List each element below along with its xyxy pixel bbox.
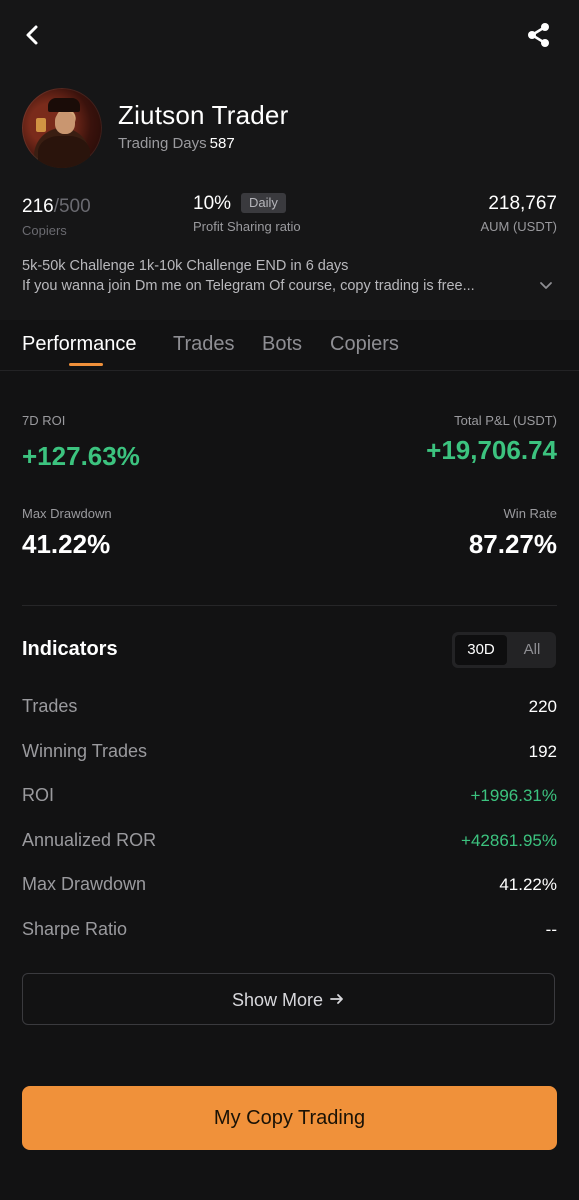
aum-label: AUM (USDT) [480,219,557,234]
indicator-roi-label: ROI [22,785,55,805]
indicator-trades-value: 220 [528,697,557,716]
trading-days: Trading Days 587 [118,135,235,152]
indicator-winning-label: Winning Trades [22,741,148,761]
expand-bio-button[interactable] [538,277,554,293]
indicator-sharpe-label: Sharpe Ratio [22,919,128,939]
profit-share-value: 10% [193,193,232,214]
tab-bar: Performance Trades Bots Copiers [0,330,579,371]
arrow-right-icon [330,994,343,1005]
tab-copiers[interactable]: Copiers [330,333,399,356]
indicator-winning-value: 192 [528,742,557,761]
indicator-roi-value: +1996.31% [470,786,558,805]
daily-badge: Daily [241,193,286,213]
back-button[interactable] [18,20,48,50]
drawdown-value: 41.22% [22,529,111,559]
indicator-drawdown-value: 41.22% [499,875,557,894]
copiers-max: /500 [53,196,91,217]
indicator-sharpe-value: -- [545,920,557,939]
trading-days-label: Trading Days [118,135,207,152]
indicator-ror-label: Annualized ROR [22,830,157,850]
indicators-title: Indicators [22,638,118,660]
winrate-value: 87.27% [468,529,557,559]
share-icon [528,23,549,47]
avatar [22,88,102,168]
copiers-count: 216/500 [22,196,91,218]
period-all[interactable]: All [510,635,554,665]
period-toggle: 30D All [452,632,556,668]
profit-share-label: Profit Sharing ratio [193,219,301,234]
show-more-label: Show More [231,990,324,1010]
active-tab-indicator [69,363,103,366]
bio-line-1: 5k-50k Challenge 1k-10k Challenge END in… [22,258,349,274]
trader-name: Ziutson Trader [118,100,289,130]
period-30d[interactable]: 30D [455,635,507,665]
trading-days-value: 587 [209,135,235,152]
tab-performance[interactable]: Performance [22,333,137,356]
chevron-down-icon [540,282,552,289]
tab-trades[interactable]: Trades [173,333,235,356]
section-divider [22,605,557,606]
pnl-value: +19,706.74 [426,435,557,465]
copiers-current: 216 [22,196,54,217]
roi-value: +127.63% [22,441,140,471]
pnl-label: Total P&L (USDT) [454,413,557,428]
bio-line-2: If you wanna join Dm me on Telegram Of c… [22,278,475,294]
share-button[interactable] [524,20,554,50]
indicator-drawdown-label: Max Drawdown [22,874,147,894]
show-more-button[interactable]: Show More [22,973,555,1025]
drawdown-label: Max Drawdown [22,506,112,521]
chevron-left-icon [26,25,38,45]
copiers-label: Copiers [22,223,67,238]
indicator-trades-label: Trades [22,696,78,716]
indicator-ror-value: +42861.95% [461,831,557,850]
tab-bots[interactable]: Bots [262,333,302,356]
winrate-label: Win Rate [503,506,557,521]
aum-value: 218,767 [488,193,557,214]
roi-label: 7D ROI [22,413,66,428]
my-copy-trading-button[interactable]: My Copy Trading [22,1086,557,1150]
